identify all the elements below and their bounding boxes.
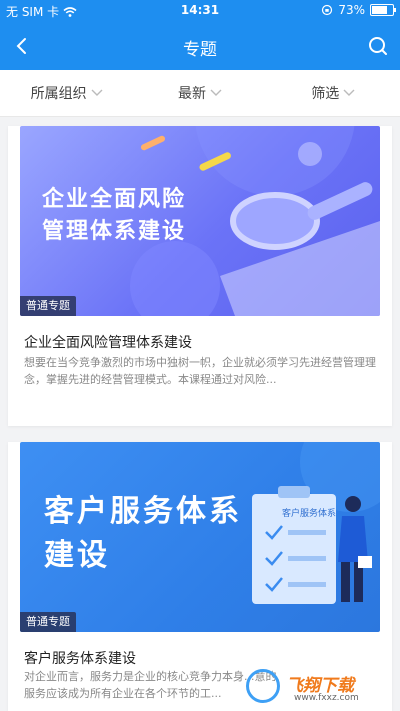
page-title: 专题: [183, 40, 217, 60]
topic-title[interactable]: 企业全面风险管理体系建设: [24, 332, 192, 352]
banner-heading: 企业全面风险 管理体系建设: [42, 184, 186, 248]
topic-type-badge: 普通专题: [20, 296, 76, 316]
nav-bar: 专题: [0, 22, 400, 70]
banner-line: 客户服务体系: [44, 494, 242, 529]
topic-type-badge: 普通专题: [20, 612, 76, 632]
banner-line: 建设: [44, 538, 110, 573]
banner-line: 企业全面风险: [42, 187, 187, 212]
filter-label: 筛选: [311, 86, 340, 102]
topic-banner[interactable]: 企业全面风险 管理体系建设 普通专题: [20, 126, 380, 316]
topic-banner[interactable]: 客户服务体系 客户服务体系 建设 普通专题: [20, 442, 380, 632]
topic-description: 想要在当今竞争激烈的市场中独树一帜，企业就必须学习先进经营管理理念，掌握先进的经…: [24, 356, 376, 386]
watermark-url: www.fxxz.com: [294, 693, 359, 703]
topic-card[interactable]: 企业全面风险 管理体系建设 普通专题 企业全面风险管理体系建设 想要在当今竞争激…: [8, 126, 392, 426]
filter-organization[interactable]: 所属组织: [0, 70, 133, 116]
status-right: 73%: [321, 3, 396, 17]
banner-line: 管理体系建设: [42, 219, 187, 244]
watermark-logo: 飞翔下载 www.fxxz.com: [244, 667, 394, 707]
chevron-down-icon: [343, 89, 355, 96]
battery-percent: 73%: [338, 3, 365, 17]
chevron-down-icon: [210, 89, 222, 96]
battery-icon: [370, 4, 396, 16]
banner-heading: 客户服务体系 建设: [44, 490, 242, 578]
filter-label: 所属组织: [30, 86, 87, 102]
filter-latest[interactable]: 最新: [133, 70, 266, 116]
status-bar: 无 SIM 卡 14:31 73%: [0, 0, 400, 22]
filter-bar: 所属组织 最新 筛选: [0, 70, 400, 117]
filter-screen[interactable]: 筛选: [267, 70, 400, 116]
topic-title[interactable]: 客户服务体系建设: [24, 648, 136, 668]
orientation-lock-icon: [322, 4, 333, 16]
search-icon[interactable]: [366, 34, 390, 58]
filter-label: 最新: [177, 86, 206, 102]
watermark-circle-icon: [246, 669, 280, 703]
chevron-down-icon: [91, 89, 103, 96]
banner-doc-label: 客户服务体系: [282, 509, 337, 519]
